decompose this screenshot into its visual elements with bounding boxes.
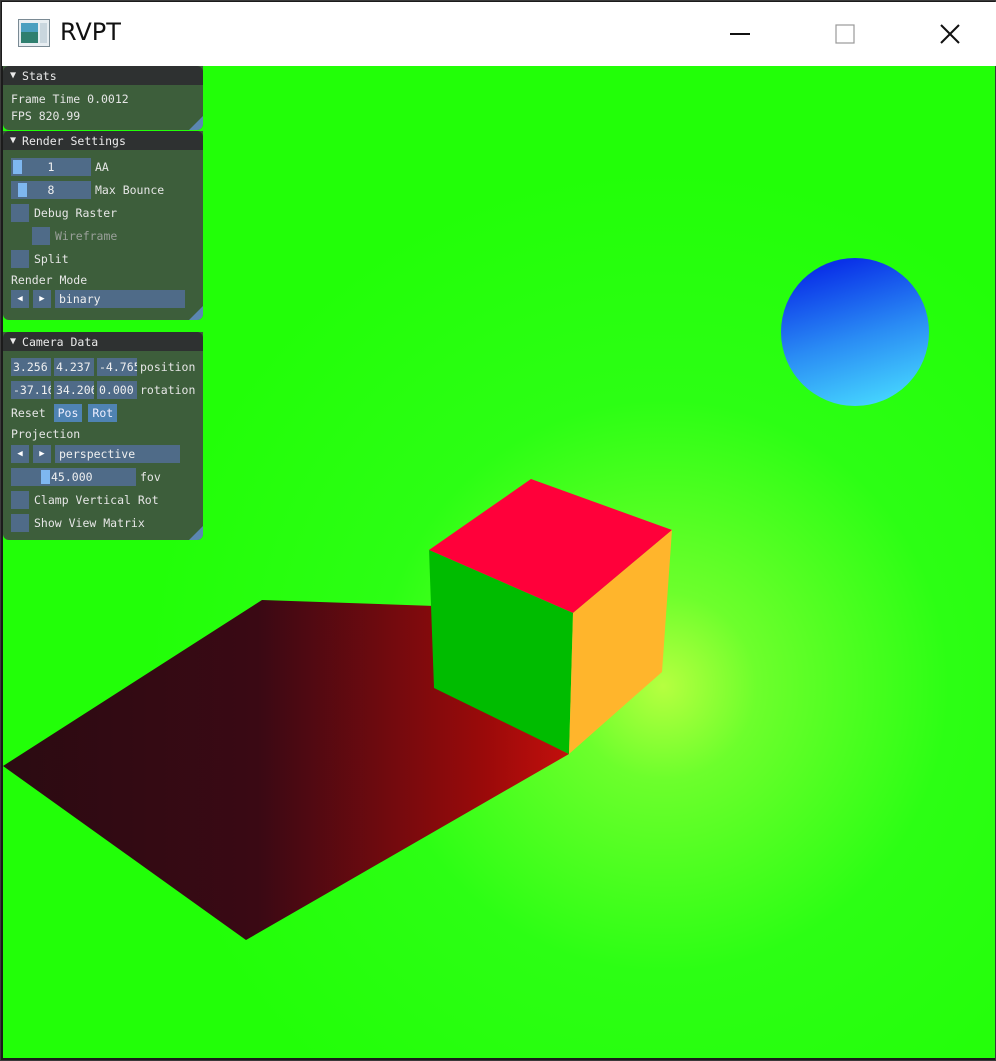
projection-prev-button[interactable]: ◀ xyxy=(11,445,29,463)
collapse-triangle-icon: ▼ xyxy=(10,336,17,347)
projection-label: Projection xyxy=(11,427,81,441)
position-y-field[interactable]: 4.237 xyxy=(54,358,94,376)
render-settings-panel-header[interactable]: ▼ Render Settings xyxy=(3,131,203,150)
app-icon xyxy=(18,19,50,47)
title-bar[interactable]: RVPT xyxy=(2,2,996,66)
rotation-y-field[interactable]: 34.206 xyxy=(54,381,94,399)
rotation-x-field[interactable]: -37.16 xyxy=(11,381,51,399)
minimize-icon xyxy=(730,33,750,35)
show-view-matrix-label: Show View Matrix xyxy=(34,516,145,530)
fov-slider-value: 45.000 xyxy=(51,470,93,484)
aa-slider-grab[interactable] xyxy=(13,160,22,174)
rotation-z-field[interactable]: 0.000 xyxy=(97,381,137,399)
stats-header-label: Stats xyxy=(22,68,57,83)
fps: FPS 820.99 xyxy=(11,109,81,123)
rotation-label: rotation xyxy=(140,383,196,397)
projection-next-button[interactable]: ▶ xyxy=(33,445,51,463)
close-button[interactable] xyxy=(902,6,996,62)
max-bounce-slider-value: 8 xyxy=(47,183,55,197)
render-mode-prev-button[interactable]: ◀ xyxy=(11,290,29,308)
app-window: RVPT ▼ Stats Frame Time 0.0012 FPS 820.9… xyxy=(0,0,996,1061)
aa-label: AA xyxy=(95,160,109,174)
max-bounce-slider-grab[interactable] xyxy=(18,183,28,197)
wireframe-checkbox[interactable] xyxy=(32,227,50,245)
camera-data-panel: ▼ Camera Data 3.256 4.237 -4.765 positio… xyxy=(3,332,203,540)
clamp-vertical-rot-checkbox[interactable] xyxy=(11,491,29,509)
collapse-triangle-icon: ▼ xyxy=(10,135,17,146)
projection-select[interactable]: perspective xyxy=(55,445,180,463)
resize-grip-icon[interactable] xyxy=(189,116,203,130)
debug-raster-checkbox[interactable] xyxy=(11,204,29,222)
clamp-vertical-rot-label: Clamp Vertical Rot xyxy=(34,493,159,507)
resize-grip-icon[interactable] xyxy=(189,306,203,320)
render-mode-select[interactable]: binary xyxy=(55,290,185,308)
aa-slider-value: 1 xyxy=(47,160,55,174)
maximize-button[interactable] xyxy=(797,6,893,62)
stats-panel-header[interactable]: ▼ Stats xyxy=(3,66,203,85)
resize-grip-icon[interactable] xyxy=(189,526,203,540)
render-mode-next-button[interactable]: ▶ xyxy=(33,290,51,308)
max-bounce-label: Max Bounce xyxy=(95,183,165,197)
stats-panel: ▼ Stats Frame Time 0.0012 FPS 820.99 xyxy=(3,66,203,130)
arrow-left-icon: ◀ xyxy=(17,449,23,459)
aa-slider[interactable]: 1 xyxy=(11,158,91,176)
fov-slider[interactable]: 45.000 xyxy=(11,468,136,486)
position-z-field[interactable]: -4.765 xyxy=(97,358,137,376)
render-mode-label: Render Mode xyxy=(11,273,88,287)
collapse-triangle-icon: ▼ xyxy=(10,70,17,81)
render-settings-panel: ▼ Render Settings 1 AA 8 Max Bounce Debu… xyxy=(3,131,203,320)
arrow-left-icon: ◀ xyxy=(17,294,23,304)
minimize-button[interactable] xyxy=(692,6,788,62)
maximize-icon xyxy=(835,24,855,44)
fov-slider-grab[interactable] xyxy=(41,470,50,484)
position-x-field[interactable]: 3.256 xyxy=(11,358,51,376)
split-label: Split xyxy=(34,252,69,266)
debug-raster-label: Debug Raster xyxy=(34,206,118,220)
render-settings-header-label: Render Settings xyxy=(22,133,126,148)
position-label: position xyxy=(140,360,196,374)
arrow-right-icon: ▶ xyxy=(39,449,45,459)
arrow-right-icon: ▶ xyxy=(39,294,45,304)
frame-time: Frame Time 0.0012 xyxy=(11,92,129,106)
camera-header-label: Camera Data xyxy=(22,334,99,349)
split-checkbox[interactable] xyxy=(11,250,29,268)
close-icon xyxy=(940,24,960,44)
sphere xyxy=(781,258,929,406)
wireframe-label: Wireframe xyxy=(55,229,118,243)
reset-label: Reset xyxy=(11,406,46,420)
reset-pos-button[interactable]: Pos xyxy=(53,404,83,422)
window-title: RVPT xyxy=(60,18,121,46)
fov-label: fov xyxy=(140,470,161,484)
show-view-matrix-checkbox[interactable] xyxy=(11,514,29,532)
max-bounce-slider[interactable]: 8 xyxy=(11,181,91,199)
reset-rot-button[interactable]: Rot xyxy=(88,404,118,422)
camera-data-panel-header[interactable]: ▼ Camera Data xyxy=(3,332,203,351)
